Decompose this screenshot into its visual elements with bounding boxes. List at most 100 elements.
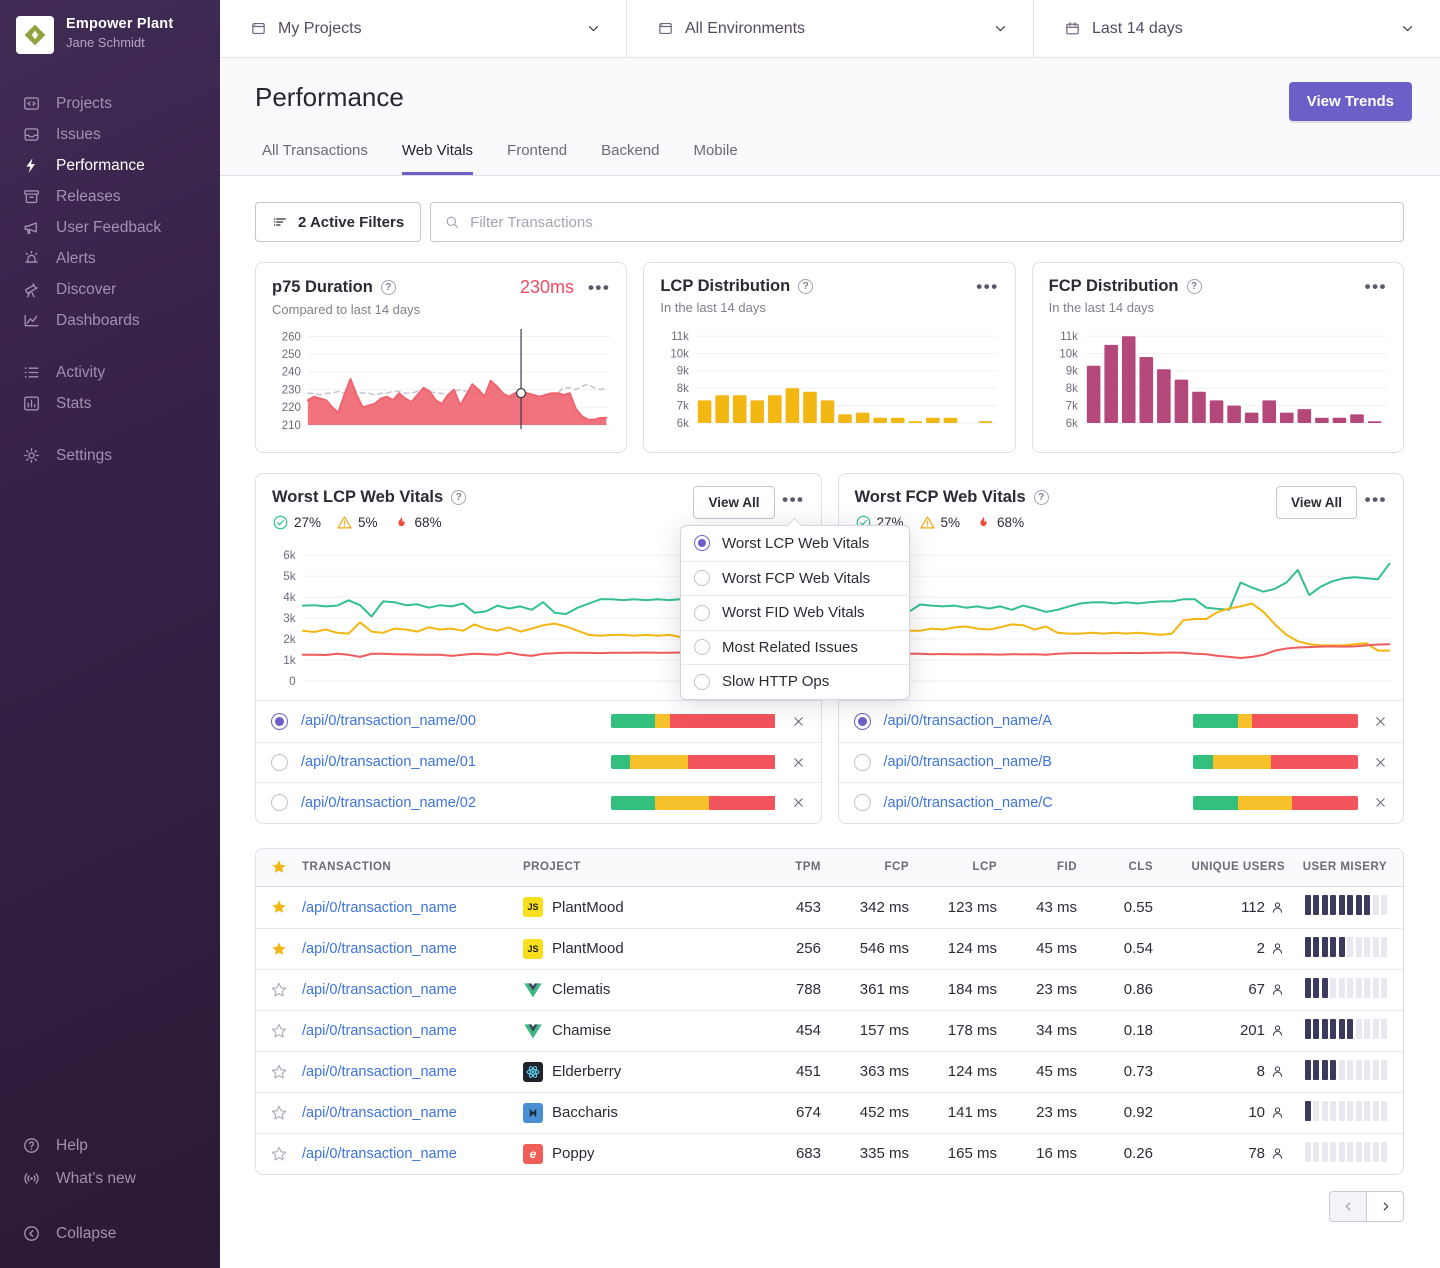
star-toggle[interactable] xyxy=(256,898,302,916)
dashboards-icon xyxy=(22,311,41,330)
user-misery-cell xyxy=(1285,978,1403,1002)
vital-stat: 5% xyxy=(336,514,378,531)
org-switcher[interactable]: Empower Plant Jane Schmidt xyxy=(0,16,220,54)
star-toggle[interactable] xyxy=(256,1145,302,1163)
close-icon[interactable] xyxy=(791,714,806,729)
menu-item-worst-fcp-web-vitals[interactable]: Worst FCP Web Vitals xyxy=(681,561,909,596)
transaction-link[interactable]: /api/0/transaction_name/C xyxy=(884,795,1053,811)
project-platform-icon xyxy=(523,1062,543,1082)
view-all-button[interactable]: View All xyxy=(693,486,774,519)
star-toggle[interactable] xyxy=(256,1063,302,1081)
transaction-link[interactable]: /api/0/transaction_name/B xyxy=(884,754,1052,770)
vital-stat: 68% xyxy=(975,514,1024,531)
active-filters-button[interactable]: 2 Active Filters xyxy=(255,202,421,242)
transaction-link[interactable]: /api/0/transaction_name/A xyxy=(884,713,1052,729)
transaction-radio[interactable] xyxy=(271,794,288,811)
transaction-link[interactable]: /api/0/transaction_name xyxy=(302,941,457,957)
next-page-button[interactable] xyxy=(1366,1191,1404,1222)
project-cell: JSPlantMood xyxy=(523,939,751,959)
sidebar-item-issues[interactable]: Issues xyxy=(0,119,220,150)
panel-menu-button[interactable]: ••• xyxy=(1365,494,1387,506)
sidebar-item-help[interactable]: Help xyxy=(0,1129,220,1162)
vitals-rows: /api/0/transaction_name/00/api/0/transac… xyxy=(256,700,821,823)
close-icon[interactable] xyxy=(1373,755,1388,770)
sidebar-item-user-feedback[interactable]: User Feedback xyxy=(0,212,220,243)
bar-segment xyxy=(1193,755,1213,769)
page-title: Performance xyxy=(255,82,404,113)
user-misery-bar xyxy=(1356,978,1362,998)
user-misery-bar xyxy=(1322,1060,1328,1080)
transaction-link[interactable]: /api/0/transaction_name/01 xyxy=(301,754,476,770)
card-menu-button[interactable]: ••• xyxy=(588,282,610,294)
transaction-link[interactable]: /api/0/transaction_name xyxy=(302,1146,457,1162)
sidebar-item-releases[interactable]: Releases xyxy=(0,181,220,212)
card-menu-button[interactable]: ••• xyxy=(1365,281,1387,293)
tab-frontend[interactable]: Frontend xyxy=(507,142,567,175)
transaction-radio[interactable] xyxy=(854,713,871,730)
transaction-radio[interactable] xyxy=(271,754,288,771)
date-filter-dropdown[interactable]: Last 14 days xyxy=(1033,0,1440,57)
user-misery-bars xyxy=(1305,1060,1388,1080)
user-misery-bar xyxy=(1305,1101,1311,1121)
bar-segment xyxy=(1193,796,1238,810)
sidebar-item-projects[interactable]: Projects xyxy=(0,88,220,119)
tab-web-vitals[interactable]: Web Vitals xyxy=(402,142,473,175)
user-misery-bar xyxy=(1339,895,1345,915)
transaction-link[interactable]: /api/0/transaction_name xyxy=(302,1023,457,1039)
person-icon xyxy=(1270,1064,1285,1079)
tab-backend[interactable]: Backend xyxy=(601,142,659,175)
tab-mobile[interactable]: Mobile xyxy=(693,142,737,175)
view-all-button[interactable]: View All xyxy=(1276,486,1357,519)
star-toggle[interactable] xyxy=(256,981,302,999)
transaction-link[interactable]: /api/0/transaction_name xyxy=(302,900,457,916)
previous-page-button[interactable] xyxy=(1329,1191,1367,1222)
project-filter-dropdown[interactable]: My Projects xyxy=(220,0,626,57)
environment-filter-dropdown[interactable]: All Environments xyxy=(626,0,1033,57)
vitals-dropdown-menu: Worst LCP Web VitalsWorst FCP Web Vitals… xyxy=(680,525,910,700)
transaction-link[interactable]: /api/0/transaction_name/02 xyxy=(301,795,476,811)
menu-item-slow-http-ops[interactable]: Slow HTTP Ops xyxy=(681,664,909,699)
sidebar-item-collapse[interactable]: Collapse xyxy=(0,1217,220,1250)
star-toggle[interactable] xyxy=(256,940,302,958)
panel-menu-button[interactable]: ••• xyxy=(782,494,804,506)
cell-cls: 0.92 xyxy=(1077,1104,1153,1121)
page-head: Performance View Trends All Transactions… xyxy=(220,58,1440,176)
card-menu-button[interactable]: ••• xyxy=(976,281,998,293)
cell-cls: 0.55 xyxy=(1077,899,1153,916)
transaction-link[interactable]: /api/0/transaction_name xyxy=(302,1064,457,1080)
warning-triangle-icon xyxy=(336,514,353,531)
close-icon[interactable] xyxy=(791,755,806,770)
star-toggle[interactable] xyxy=(256,1104,302,1122)
transaction-radio[interactable] xyxy=(271,713,288,730)
close-icon[interactable] xyxy=(1373,714,1388,729)
sidebar-item-settings[interactable]: Settings xyxy=(0,440,220,471)
sidebar-item-discover[interactable]: Discover xyxy=(0,274,220,305)
menu-item-label: Worst FID Web Vitals xyxy=(722,604,865,621)
close-icon[interactable] xyxy=(1373,795,1388,810)
menu-item-worst-lcp-web-vitals[interactable]: Worst LCP Web Vitals xyxy=(681,526,909,561)
transaction-link[interactable]: /api/0/transaction_name xyxy=(302,982,457,998)
sidebar-item-alerts[interactable]: Alerts xyxy=(0,243,220,274)
user-misery-bar xyxy=(1330,1142,1336,1162)
sidebar-item-what-s-new[interactable]: What’s new xyxy=(0,1162,220,1195)
transaction-cell: /api/0/transaction_name xyxy=(302,1063,523,1080)
view-trends-button[interactable]: View Trends xyxy=(1289,82,1412,121)
cell-tpm: 683 xyxy=(751,1145,821,1162)
sidebar-item-activity[interactable]: Activity xyxy=(0,357,220,388)
menu-item-worst-fid-web-vitals[interactable]: Worst FID Web Vitals xyxy=(681,595,909,630)
chevron-left-icon xyxy=(1341,1199,1356,1214)
sidebar-item-dashboards[interactable]: Dashboards xyxy=(0,305,220,336)
project-name: Poppy xyxy=(552,1145,595,1162)
sidebar-item-stats[interactable]: Stats xyxy=(0,388,220,419)
tab-all-transactions[interactable]: All Transactions xyxy=(262,142,368,175)
star-icon xyxy=(270,981,288,999)
sidebar-item-performance[interactable]: Performance xyxy=(0,150,220,181)
close-icon[interactable] xyxy=(791,795,806,810)
transaction-radio[interactable] xyxy=(854,794,871,811)
menu-item-most-related-issues[interactable]: Most Related Issues xyxy=(681,630,909,665)
transaction-radio[interactable] xyxy=(854,754,871,771)
search-input[interactable] xyxy=(470,214,1390,231)
transaction-link[interactable]: /api/0/transaction_name/00 xyxy=(301,713,476,729)
transaction-link[interactable]: /api/0/transaction_name xyxy=(302,1105,457,1121)
star-toggle[interactable] xyxy=(256,1022,302,1040)
